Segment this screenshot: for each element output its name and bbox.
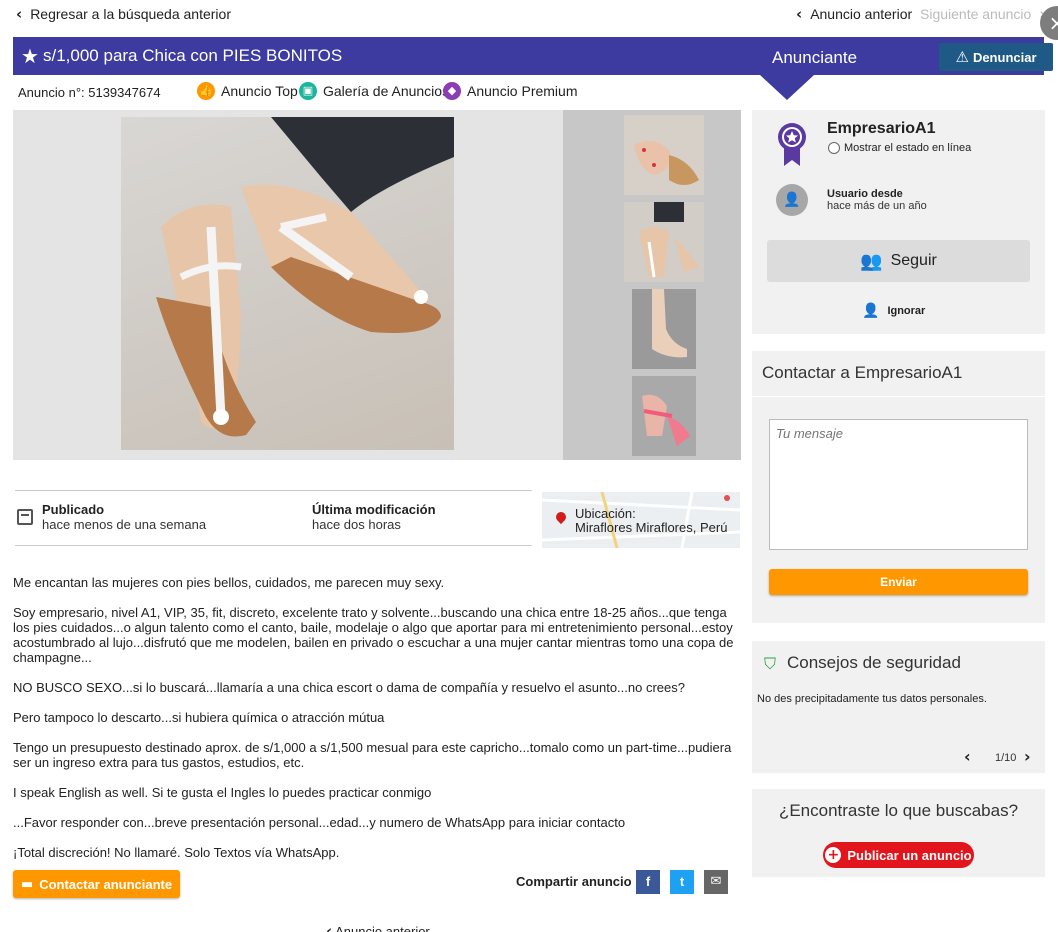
modified-value: hace dos horas xyxy=(312,517,401,532)
publish-ad-button[interactable]: + Publicar un anuncio xyxy=(823,842,974,868)
description-paragraph: ...Favor responder con...breve presentac… xyxy=(13,815,626,830)
diamond-icon: ◆ xyxy=(443,82,461,100)
ignore-button[interactable]: 👤 Ignorar xyxy=(862,303,925,319)
ad-title-bar: ★ s/1,000 para Chica con PIES BONITOS An… xyxy=(13,37,1053,75)
badge-label: Anuncio Top xyxy=(221,83,298,99)
add-user-icon: 👥 xyxy=(860,250,883,272)
description-paragraph: Tengo un presupuesto destinado aprox. de… xyxy=(13,740,732,770)
main-photo[interactable] xyxy=(121,117,454,450)
ad-description: Me encantan las mujeres con pies bellos,… xyxy=(13,575,735,875)
photo-gallery xyxy=(13,110,741,460)
chevron-right-icon[interactable]: › xyxy=(1024,747,1031,766)
email-share-button[interactable]: ✉ xyxy=(704,870,728,894)
back-to-search-link[interactable]: ‹ Regresar a la búsqueda anterior xyxy=(16,6,231,22)
contact-title: Contactar a EmpresarioA1 xyxy=(762,363,963,382)
warning-icon: ⚠ xyxy=(955,48,969,66)
contact-advertiser-button[interactable]: ▬ Contactar anunciante xyxy=(13,870,180,898)
description-paragraph: I speak English as well. Si te gusta el … xyxy=(13,785,432,800)
ignore-label: Ignorar xyxy=(887,305,926,317)
description-paragraph: Pero tampoco lo descarto...si hubiera qu… xyxy=(13,710,385,725)
thumbnail-2[interactable] xyxy=(624,202,704,282)
follow-button[interactable]: 👥 Seguir xyxy=(767,240,1030,282)
next-ad-link[interactable]: Siguiente anuncio › xyxy=(920,6,1046,22)
chevron-left-icon: ‹ xyxy=(326,922,333,932)
thumbnail-4[interactable] xyxy=(632,376,696,456)
thumbnail-image xyxy=(632,289,696,369)
member-since-label: Usuario desde xyxy=(827,188,903,200)
block-user-icon: 👤 xyxy=(862,303,880,319)
advertiser-pointer xyxy=(760,75,814,100)
radio-icon xyxy=(828,142,840,154)
chevron-left-icon: ‹ xyxy=(796,4,803,23)
previous-ad-label: Anuncio anterior xyxy=(810,6,913,22)
safety-title: Consejos de seguridad xyxy=(787,653,961,672)
report-button[interactable]: ⚠ Denunciar xyxy=(939,43,1053,71)
facebook-share-button[interactable]: f xyxy=(636,870,660,894)
description-paragraph: Me encantan las mujeres con pies bellos,… xyxy=(13,575,445,590)
bottom-previous-ad-label: Anuncio anterior xyxy=(335,924,430,932)
advertiser-heading: Anunciante xyxy=(772,48,858,67)
next-ad-label: Siguiente anuncio xyxy=(920,6,1032,22)
location-label: Ubicación: xyxy=(575,506,636,521)
description-paragraph: ¡Total discreción! No llamaré. Solo Text… xyxy=(13,845,340,860)
chevron-left-icon: ‹ xyxy=(16,4,23,23)
star-icon[interactable]: ★ xyxy=(21,44,39,68)
modified-label: Última modificación xyxy=(312,502,436,517)
location-value: Miraflores Miraflores, Perú xyxy=(575,520,728,535)
follow-label: Seguir xyxy=(890,252,937,269)
medal-icon xyxy=(778,123,806,166)
publish-ad-label: Publicar un anuncio xyxy=(847,847,972,863)
badge-premium[interactable]: ◆ Anuncio Premium xyxy=(443,82,578,100)
top-navigation: ‹ Regresar a la búsqueda anterior ‹ Anun… xyxy=(0,0,1058,40)
back-to-search-label: Regresar a la búsqueda anterior xyxy=(30,6,231,22)
badge-gallery[interactable]: ▣ Galería de Anuncios xyxy=(299,82,449,100)
thumbs-up-icon: 👍 xyxy=(197,82,215,100)
badge-top-ad[interactable]: 👍 Anuncio Top xyxy=(197,82,298,100)
thumbnail-image xyxy=(632,376,696,456)
location-map[interactable]: Ubicación: Miraflores Miraflores, Perú xyxy=(542,492,740,548)
seller-card: EmpresarioA1 Mostrar el estado en línea … xyxy=(752,110,1045,334)
divider xyxy=(752,396,1045,397)
contact-card: Contactar a EmpresarioA1 Enviar xyxy=(752,351,1045,623)
published-value: hace menos de una semana xyxy=(42,517,207,532)
chevron-left-icon[interactable]: ‹ xyxy=(964,747,971,766)
image-icon: ▣ xyxy=(299,82,317,100)
thumbnail-3[interactable] xyxy=(632,289,696,369)
contact-advertiser-label: Contactar anunciante xyxy=(39,876,173,892)
sandal-photo-illustration xyxy=(156,117,454,437)
shield-icon: ⛉ xyxy=(764,654,777,673)
description-paragraph: Soy empresario, nivel A1, VIP, 35, fit, … xyxy=(13,605,734,665)
user-clock-icon: 👤 xyxy=(776,184,808,216)
thumbnail-strip xyxy=(563,110,741,460)
thumbnail-1[interactable] xyxy=(624,115,704,195)
online-status-toggle[interactable]: Mostrar el estado en línea xyxy=(828,142,971,154)
chat-icon: ▬ xyxy=(20,876,34,892)
safety-tips-card: ⛉ Consejos de seguridad No des precipita… xyxy=(752,641,1045,773)
ad-title: s/1,000 para Chica con PIES BONITOS xyxy=(43,46,343,65)
seller-name: EmpresarioA1 xyxy=(827,120,936,137)
badge-label: Anuncio Premium xyxy=(467,83,578,99)
previous-ad-link[interactable]: ‹ Anuncio anterior xyxy=(796,6,912,22)
found-title: ¿Encontraste lo que buscabas? xyxy=(778,801,1019,820)
safety-tip: No des precipitadamente tus datos person… xyxy=(757,693,987,705)
member-since-value: hace más de un año xyxy=(827,200,927,212)
message-input[interactable] xyxy=(769,419,1028,550)
twitter-share-button[interactable]: t xyxy=(670,870,694,894)
badge-label: Galería de Anuncios xyxy=(323,83,450,99)
bottom-previous-ad-link[interactable]: ‹ Anuncio anterior xyxy=(326,924,430,932)
publish-promo-card: ¿Encontraste lo que buscabas? + Publicar… xyxy=(752,789,1045,877)
plus-icon: + xyxy=(825,847,842,863)
online-status-label: Mostrar el estado en línea xyxy=(844,142,972,154)
ad-number: Anuncio n°: 5139347674 xyxy=(18,85,161,100)
send-button[interactable]: Enviar xyxy=(769,569,1028,595)
calendar-icon xyxy=(17,509,33,525)
thumbnail-image xyxy=(624,202,704,282)
description-paragraph: NO BUSCO SEXO...si lo buscará...llamaría… xyxy=(13,680,685,695)
thumbnail-image xyxy=(624,115,704,195)
report-label: Denunciar xyxy=(972,49,1037,65)
published-label: Publicado xyxy=(42,502,105,517)
share-label: Compartir anuncio xyxy=(516,874,632,889)
posted-info: Publicado hace menos de una semana Últim… xyxy=(15,490,532,546)
tip-pager: 1/10 xyxy=(995,752,1017,764)
